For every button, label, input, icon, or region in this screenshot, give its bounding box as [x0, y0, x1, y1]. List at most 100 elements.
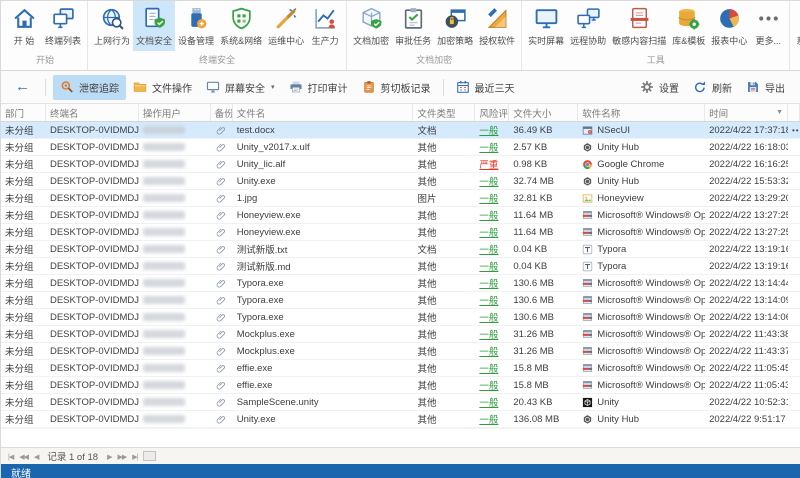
table-row[interactable]: 未分组 DESKTOP-0VIDMDJ Unity.exe 其他 一般 32.74 MB U… — [1, 173, 800, 190]
cell-dept: 未分组 — [5, 381, 34, 392]
risk-badge[interactable]: 一般 — [479, 361, 498, 375]
table-row[interactable]: 未分组 DESKTOP-0VIDMDJ 1.jpg 图片 一般 32.81 KB Honey… — [1, 190, 800, 207]
table-row[interactable]: 未分组 DESKTOP-0VIDMDJ Typora.exe 其他 一般 130.6 MB… — [1, 275, 800, 292]
table-row[interactable]: 未分组 DESKTOP-0VIDMDJ 测试新版.txt 文档 一般 0.04 KB Typ… — [1, 241, 800, 258]
table-row[interactable]: 未分组 DESKTOP-0VIDMDJ Typora.exe 其他 一般 130.6 MB… — [1, 309, 800, 326]
risk-badge[interactable]: 严重 — [479, 157, 498, 171]
paperclip-icon — [216, 397, 227, 408]
table-row[interactable]: 未分组 DESKTOP-0VIDMDJ Mockplus.exe 其他 一般 31.26 … — [1, 343, 800, 360]
back-button[interactable]: ← — [9, 78, 38, 97]
pager-next-page-button[interactable]: ▶▶ — [114, 453, 129, 461]
ribbon-item-report-center[interactable]: 报表中心 — [708, 1, 750, 51]
table-row[interactable]: 未分组 DESKTOP-0VIDMDJ test.docx 文档 一般 36.49 KB N… — [1, 122, 800, 139]
column-header-terminal[interactable]: 终端名 — [46, 104, 139, 121]
table-row[interactable]: 未分组 DESKTOP-0VIDMDJ Mockplus.exe 其他 一般 31.26 … — [1, 326, 800, 343]
ribbon-item-web-behavior[interactable]: 上网行为 — [91, 1, 133, 51]
toolbar-button-calendar[interactable]: 最近三天 — [449, 75, 522, 100]
toolbar-button-file-ops[interactable]: 文件操作 — [126, 75, 199, 100]
column-header-backup[interactable]: 备份 — [211, 104, 233, 121]
pager-prev-button[interactable]: ◀ — [31, 453, 41, 461]
approval-task-icon — [401, 6, 426, 31]
toolbar-button-clipboard-record[interactable]: 剪切板记录 — [355, 75, 438, 100]
column-header-filename[interactable]: 文件名 — [233, 104, 414, 121]
ribbon-item-terminal-list[interactable]: 终端列表 — [42, 1, 84, 51]
ribbon-item-doc-encrypt[interactable]: 文档加密 — [350, 1, 392, 51]
filter-dropdown-icon[interactable]: ▼ — [776, 109, 783, 116]
risk-badge[interactable]: 一般 — [479, 140, 498, 154]
table-row[interactable]: 未分组 DESKTOP-0VIDMDJ Unity.exe 其他 一般 136.08 MB… — [1, 411, 800, 428]
ribbon-item-ops-center[interactable]: 运维中心 — [265, 1, 307, 51]
ribbon-item-live-screen[interactable]: 实时屏幕 — [525, 1, 567, 51]
table-row[interactable]: 未分组 DESKTOP-0VIDMDJ effie.exe 其他 一般 15.8 MB Mi… — [1, 377, 800, 394]
column-header-size[interactable]: 文件大小 — [509, 104, 579, 121]
risk-badge[interactable]: 一般 — [479, 123, 498, 137]
table-row[interactable]: 未分组 DESKTOP-0VIDMDJ SampleScene.unity 其他 一般 2… — [1, 394, 800, 411]
redacted-username — [142, 177, 185, 185]
column-header-user[interactable]: 操作用户 — [139, 104, 211, 121]
risk-badge[interactable]: 一般 — [479, 242, 498, 256]
paperclip-icon — [216, 278, 227, 289]
toolbar-button-screen-security[interactable]: 屏幕安全 ▾ — [199, 75, 282, 100]
toolbar-button-settings-gear[interactable]: 设置 — [633, 75, 686, 100]
risk-badge[interactable]: 一般 — [479, 327, 498, 341]
windows-app-icon — [582, 329, 593, 340]
risk-badge[interactable]: 一般 — [479, 191, 498, 205]
table-row[interactable]: 未分组 DESKTOP-0VIDMDJ Honeyview.exe 其他 一般 11.64… — [1, 224, 800, 241]
risk-badge[interactable]: 一般 — [479, 395, 498, 409]
column-header-filetype[interactable]: 文件类型 — [413, 104, 476, 121]
ribbon-item-library-template[interactable]: 库&模板 — [669, 1, 708, 51]
ribbon-item-content-scan[interactable]: 敏感内容扫描 — [609, 1, 669, 51]
column-header-actions[interactable] — [788, 104, 800, 121]
table-row[interactable]: 未分组 DESKTOP-0VIDMDJ Unity_v2017.x.ulf 其他 一般 2… — [1, 139, 800, 156]
risk-badge[interactable]: 一般 — [479, 412, 498, 426]
ribbon-group-label: 文档加密 — [416, 55, 453, 65]
software-name: Microsoft® Windows® Oper... — [597, 209, 706, 221]
risk-badge[interactable]: 一般 — [479, 259, 498, 273]
table-row[interactable]: 未分组 DESKTOP-0VIDMDJ 测试新版.md 其他 一般 0.04 KB Typo… — [1, 258, 800, 275]
toolbar-button-export[interactable]: 导出 — [739, 75, 792, 100]
column-header-dept[interactable]: 部门 — [1, 104, 46, 121]
ribbon-item-encrypt-policy[interactable]: 加密策略 — [434, 1, 476, 51]
column-header-time[interactable]: 时间 ▼ — [705, 104, 788, 121]
table-row[interactable]: 未分组 DESKTOP-0VIDMDJ effie.exe 其他 一般 15.8 MB Mi… — [1, 360, 800, 377]
table-row[interactable]: 未分组 DESKTOP-0VIDMDJ Unity_lic.alf 其他 严重 0.98 … — [1, 156, 800, 173]
ribbon-item-sys-settings[interactable]: 系统设置 — [793, 1, 800, 51]
cell-risk: 一般 — [475, 275, 509, 291]
ribbon-item-sys-network[interactable]: 系统&网络 — [217, 1, 265, 51]
ribbon-item-remote-assist[interactable]: 远程协助 — [567, 1, 609, 51]
ribbon-item-device-mgmt[interactable]: 设备管理 — [175, 1, 217, 51]
report-center-icon — [717, 6, 742, 31]
risk-badge[interactable]: 一般 — [479, 174, 498, 188]
risk-badge[interactable]: 一般 — [479, 310, 498, 324]
cell-dept: 未分组 — [5, 330, 34, 341]
risk-badge[interactable]: 一般 — [479, 344, 498, 358]
risk-badge[interactable]: 一般 — [479, 378, 498, 392]
pager-first-button[interactable]: |◀ — [5, 453, 16, 461]
remote-assist-icon — [576, 6, 601, 31]
risk-badge[interactable]: 一般 — [479, 225, 498, 239]
ribbon-item-home[interactable]: 开 始 — [6, 1, 42, 51]
pager-next-button[interactable]: ▶ — [104, 453, 114, 461]
column-header-risk[interactable]: 风险评级 — [475, 104, 510, 121]
risk-badge[interactable]: 一般 — [479, 293, 498, 307]
risk-badge[interactable]: 一般 — [479, 208, 498, 222]
ribbon-item-doc-security[interactable]: 文档安全 — [133, 1, 176, 51]
toolbar-button-print-audit[interactable]: 打印审计 — [282, 75, 355, 100]
row-actions-button[interactable]: ••• — [792, 126, 800, 135]
ribbon-item-productivity[interactable]: 生产力 — [307, 1, 343, 51]
software-name: Unity Hub — [597, 175, 639, 187]
unity-hub-app-icon — [582, 176, 593, 187]
ribbon-item-more[interactable]: 更多... — [750, 1, 786, 51]
cell-software: NSecUI — [578, 122, 705, 138]
risk-badge[interactable]: 一般 — [479, 276, 498, 290]
toolbar-button-leak-trace[interactable]: 泄密追踪 — [53, 74, 126, 100]
pager-edit-box[interactable] — [143, 451, 157, 461]
table-row[interactable]: 未分组 DESKTOP-0VIDMDJ Typora.exe 其他 一般 130.6 MB… — [1, 292, 800, 309]
ribbon-item-approval-task[interactable]: 审批任务 — [392, 1, 434, 51]
column-header-software[interactable]: 软件名称 — [578, 104, 706, 121]
table-row[interactable]: 未分组 DESKTOP-0VIDMDJ Honeyview.exe 其他 一般 11.64… — [1, 207, 800, 224]
pager-last-button[interactable]: ▶| — [129, 453, 140, 461]
pager-prev-page-button[interactable]: ◀◀ — [16, 453, 31, 461]
toolbar-button-refresh[interactable]: 刷新 — [686, 75, 739, 100]
ribbon-item-authorized-sw[interactable]: 授权软件 — [476, 1, 518, 51]
